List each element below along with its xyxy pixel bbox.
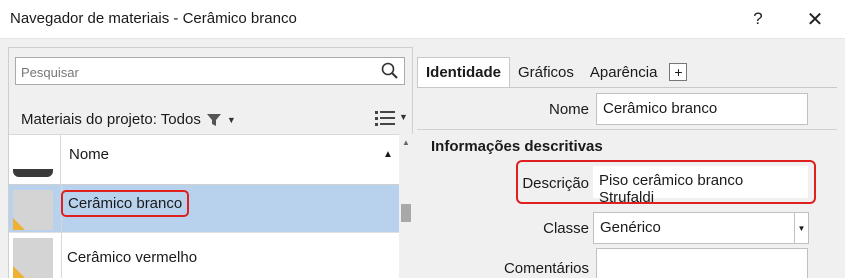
- scroll-up-icon[interactable]: ▲: [402, 138, 410, 147]
- properties-panel: Identidade Gráficos Aparência + Nome Cer…: [417, 47, 837, 278]
- class-select[interactable]: Genérico: [593, 212, 795, 244]
- materials-list: Nome ▲ Cerâmico branco Cerâmico vermelho: [9, 134, 399, 278]
- tab-aparencia[interactable]: Aparência: [582, 57, 666, 87]
- description-label: Descrição: [522, 175, 589, 192]
- name-field[interactable]: Cerâmico branco: [596, 93, 808, 125]
- close-button[interactable]: ✕: [795, 4, 835, 34]
- list-item[interactable]: Cerâmico branco: [9, 185, 399, 233]
- highlighted-material-name: Cerâmico branco: [61, 190, 190, 217]
- filter-icon[interactable]: [206, 113, 221, 127]
- tab-identidade[interactable]: Identidade: [417, 57, 511, 87]
- tab-bar: Identidade Gráficos Aparência +: [417, 57, 688, 87]
- tab-graficos[interactable]: Gráficos: [510, 57, 582, 87]
- class-dropdown-chevron-icon[interactable]: ▼: [794, 212, 809, 244]
- material-name: Cerâmico branco: [61, 190, 190, 217]
- chevron-down-icon[interactable]: ▼: [227, 115, 236, 125]
- project-materials-filter[interactable]: Materiais do projeto: Todos ▼: [21, 111, 236, 128]
- warning-badge-icon: [13, 218, 25, 230]
- vertical-scrollbar[interactable]: ▲: [399, 134, 414, 278]
- material-thumbnail: [13, 190, 53, 230]
- material-thumbnail-partial: [13, 169, 53, 177]
- description-field[interactable]: Piso cerâmico branco Strufaldi: [593, 166, 808, 206]
- row-divider: [61, 233, 62, 278]
- scrollbar-thumb[interactable]: [401, 204, 411, 222]
- comments-label: Comentários: [503, 260, 589, 277]
- search-input[interactable]: [21, 65, 381, 80]
- identity-properties: Nome Cerâmico branco Informações descrit…: [417, 87, 837, 278]
- column-header[interactable]: Nome ▲: [9, 135, 399, 185]
- warning-badge-icon: [13, 266, 25, 278]
- name-label: Nome: [548, 101, 589, 118]
- class-label: Classe: [543, 220, 589, 237]
- add-tab-button[interactable]: +: [669, 63, 688, 81]
- search-icon[interactable]: [380, 61, 400, 81]
- material-browser-panel: Materiais do projeto: Todos ▼ ▼ Nome ▲: [8, 47, 414, 278]
- view-options-chevron-icon[interactable]: ▼: [399, 112, 408, 122]
- search-box[interactable]: [15, 57, 405, 85]
- list-item[interactable]: Cerâmico vermelho: [9, 233, 399, 278]
- list-view-icon[interactable]: [374, 108, 396, 128]
- section-divider: [417, 129, 837, 130]
- title-bar: Navegador de materiais - Cerâmico branco…: [0, 0, 845, 38]
- window-title: Navegador de materiais - Cerâmico branco: [10, 10, 297, 27]
- dialog-body: Materiais do projeto: Todos ▼ ▼ Nome ▲: [0, 38, 845, 278]
- section-title: Informações descritivas: [431, 138, 603, 155]
- material-name: Cerâmico vermelho: [67, 249, 198, 266]
- material-thumbnail: [13, 238, 53, 278]
- project-materials-label: Materiais do projeto: Todos: [21, 111, 201, 128]
- sort-ascending-icon: ▲: [383, 149, 393, 160]
- comments-field[interactable]: [596, 248, 808, 278]
- column-header-name: Nome: [69, 146, 110, 163]
- thumbnail-column: [9, 135, 61, 185]
- help-button[interactable]: ?: [738, 4, 778, 34]
